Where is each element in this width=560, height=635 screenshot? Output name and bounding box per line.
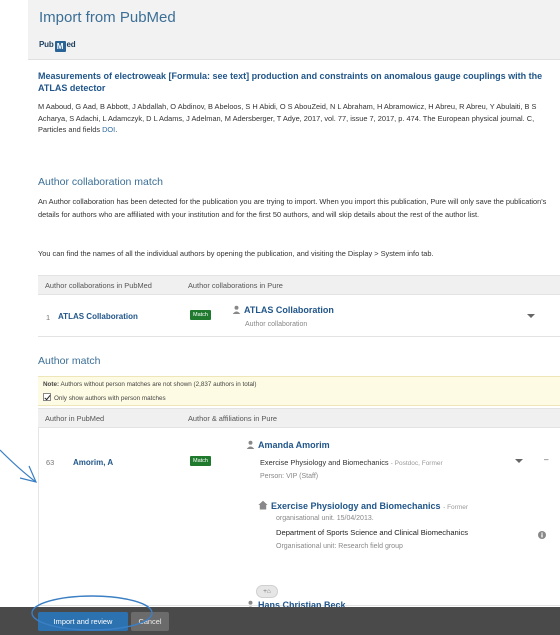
cancel-button[interactable]: Cancel — [131, 612, 169, 631]
person-icon — [232, 305, 241, 314]
person-match-checkbox[interactable]: Only show authors with person matches — [43, 393, 166, 402]
collab-pure-name[interactable]: ATLAS Collaboration — [232, 305, 334, 315]
doi-suffix: . — [115, 125, 118, 134]
collab-pure-type: Author collaboration — [245, 321, 308, 328]
collab-table-header: Author collaborations in PubMed Author c… — [38, 275, 560, 295]
match-badge: Match — [190, 456, 211, 466]
publication-title: Measurements of electroweak [Formula: se… — [38, 71, 543, 93]
author-row-number: 63 — [46, 458, 55, 467]
remove-dash[interactable]: – — [544, 455, 548, 464]
publication-meta: M Aaboud, G Aad, B Abbott, J Abdallah, O… — [38, 101, 560, 136]
dialog-title: Import from PubMed — [39, 9, 176, 26]
collab-col-pubmed: Author collaborations in PubMed — [45, 281, 152, 290]
checkbox-label: Only show authors with person matches — [54, 395, 166, 402]
author-pure-person[interactable]: Amanda Amorim — [246, 440, 330, 450]
author-pure-person-label: Amanda Amorim — [258, 440, 330, 450]
collab-system-info-paragraph: You can find the names of all the indivi… — [38, 249, 434, 258]
affiliation-name: Exercise Physiology and Biomechanics — [260, 458, 389, 467]
person-type: Person: VIP (Staff) — [260, 473, 319, 480]
annotation-arrow-icon — [0, 449, 37, 483]
note-text: Note: Authors without person matches are… — [43, 381, 257, 388]
table-left-border — [38, 428, 39, 608]
department-name: Department of Sports Science and Clinica… — [276, 528, 469, 537]
author-match-heading: Author match — [38, 355, 101, 367]
org-unit[interactable]: Exercise Physiology and Biomechanics - F… — [258, 500, 468, 511]
author-table-header: Author in PubMed Author & affiliations i… — [38, 408, 560, 428]
pubmed-logo: Pub Med — [39, 40, 76, 52]
chevron-down-icon[interactable] — [515, 459, 523, 463]
add-affiliation-button[interactable]: +⌂ — [256, 585, 278, 598]
affiliation-role: - Postdoc, Former — [390, 460, 443, 467]
person-icon — [246, 440, 255, 449]
author-col-pubmed: Author in PubMed — [45, 414, 105, 423]
divider — [38, 336, 560, 337]
collab-row-number: 1 — [46, 313, 51, 322]
match-badge: Match — [190, 310, 211, 320]
collab-pubmed-name[interactable]: ATLAS Collaboration — [58, 312, 138, 321]
author-col-pure: Author & affiliations in Pure — [188, 414, 278, 423]
department-type: Organisational unit: Research field grou… — [276, 543, 403, 550]
doi-link[interactable]: DOI — [102, 125, 115, 134]
collab-col-pure: Author collaborations in Pure — [188, 281, 283, 290]
org-unit-date: organisational unit. 15/04/2013. — [276, 515, 374, 522]
logo-mid: M — [54, 41, 66, 52]
logo-pre: Pub — [39, 40, 54, 49]
org-unit-name: Exercise Physiology and Biomechanics — [271, 501, 441, 511]
import-and-review-button[interactable]: Import and review — [38, 612, 128, 631]
note-label: Note: — [43, 381, 60, 388]
author-note: Note: Authors without person matches are… — [38, 376, 560, 406]
collab-paragraph: An Author collaboration has been detecte… — [38, 197, 547, 219]
logo-post: ed — [66, 40, 76, 49]
info-icon[interactable] — [538, 531, 546, 539]
author-affiliation: Exercise Physiology and Biomechanics - P… — [260, 458, 443, 467]
dialog-header: Import from PubMed Pub Med — [28, 0, 560, 60]
home-icon — [258, 500, 268, 510]
chevron-down-icon[interactable] — [527, 314, 535, 318]
collab-pure-name-label: ATLAS Collaboration — [244, 305, 334, 315]
collab-heading: Author collaboration match — [38, 176, 163, 188]
author-pubmed-name[interactable]: Amorim, A — [73, 458, 113, 467]
checkbox-checked-icon[interactable] — [43, 393, 51, 401]
note-body: Authors without person matches are not s… — [60, 381, 257, 388]
org-unit-status: - Former — [443, 504, 469, 511]
annotation-arrowhead — [19, 465, 38, 483]
